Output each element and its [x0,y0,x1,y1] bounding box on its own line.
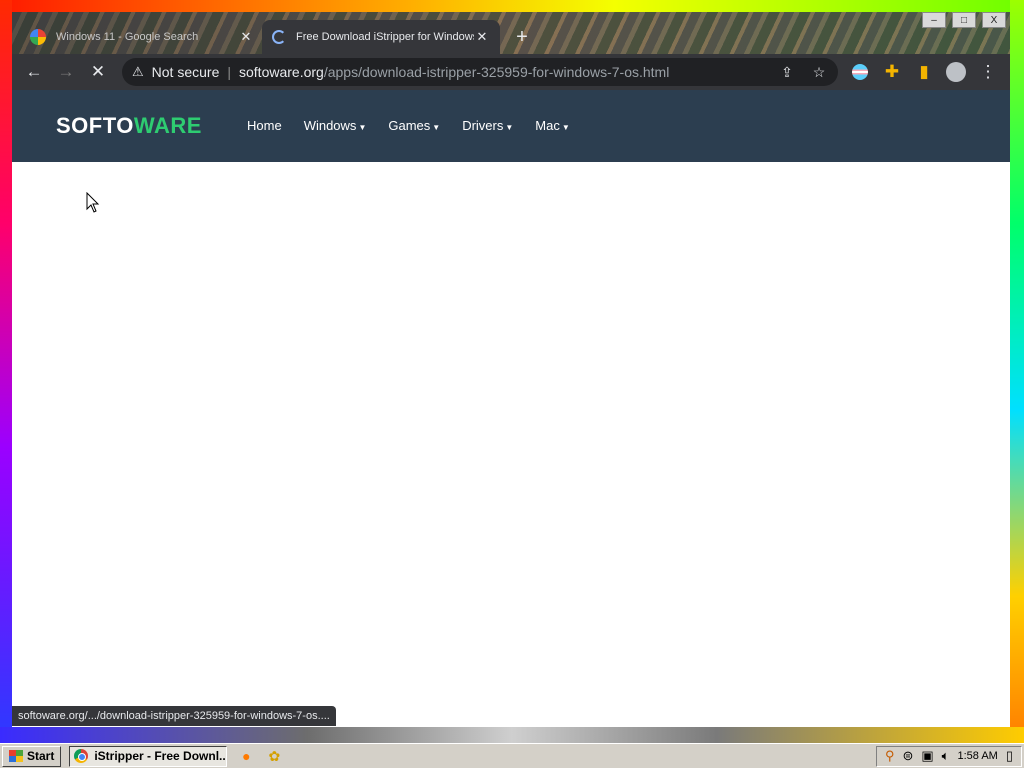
tab-google-search[interactable]: Windows 11 - Google Search ✕ [20,20,264,54]
nav-games[interactable]: Games ▼ [388,118,440,133]
back-arrow-icon[interactable]: ← [24,62,44,82]
browser-window: Windows 11 - Google Search ✕ Free Downlo… [12,12,1010,727]
nav-mac[interactable]: Mac ▼ [535,118,569,133]
profile-avatar-icon[interactable] [946,62,966,82]
system-tray: ⚲ ⊜ ▣ 🔈︎ 1:58 AM ▯ [875,745,1022,767]
site-nav: Home Windows ▼ Games ▼ Drivers ▼ Mac ▼ [247,118,570,133]
stop-loading-icon[interactable]: ✕ [88,62,108,82]
nav-label: Mac [535,118,560,133]
security-status[interactable]: Not secure [152,64,220,80]
share-icon[interactable]: ⇪ [778,63,796,81]
nav-label: Games [388,118,431,133]
new-tab-button[interactable]: + [512,26,532,49]
desktop-background-left [0,0,12,745]
search-icon[interactable]: ⚲ [885,748,895,764]
tab-strip: Windows 11 - Google Search ✕ Free Downlo… [12,12,1010,54]
caret-down-icon: ▼ [358,123,367,132]
chrome-icon [74,749,89,763]
network-icon[interactable]: ▣ [921,748,933,764]
nav-home[interactable]: Home [247,118,282,133]
desktop-background-right [1010,0,1024,745]
volume-icon[interactable]: 🔈︎ [942,748,950,764]
browser-toolbar: ← → ✕ ⚠ Not secure | softoware.org/apps/… [12,54,1010,90]
site-logo[interactable]: SOFTOWARE [56,113,202,139]
nav-label: Windows [303,118,357,133]
close-window-button[interactable]: X [982,12,1006,28]
nav-drivers[interactable]: Drivers ▼ [462,118,513,133]
nav-windows[interactable]: Windows ▼ [304,118,367,133]
clock[interactable]: 1:58 AM [957,750,997,762]
start-button[interactable]: Start [2,745,62,767]
url-path: /apps/download-istripper-325959-for-wind… [323,64,670,80]
tray-app-icon[interactable]: ⊜ [902,748,913,764]
menu-kebab-icon[interactable]: ⋮ [978,62,998,82]
logo-part2: WARE [133,113,202,138]
firefox-icon[interactable]: ● [237,747,255,765]
caret-down-icon: ▼ [432,123,441,132]
maximize-button[interactable]: □ [952,12,976,28]
warning-icon: ⚠ [132,64,144,79]
nav-label: Drivers [462,118,504,133]
google-icon [30,29,46,45]
forward-arrow-icon[interactable]: → [56,62,76,82]
mouse-cursor-icon [86,192,100,213]
quicklaunch-app-icon[interactable]: ✿ [265,747,283,765]
tab-title: Windows 11 - Google Search [56,31,199,43]
logo-part1: SOFTO [56,113,134,138]
address-separator: | [227,64,231,80]
address-bar[interactable]: ⚠ Not secure | softoware.org/apps/downlo… [122,58,838,86]
start-label: Start [27,749,55,763]
site-header: SOFTOWARE Home Windows ▼ Games ▼ Drivers ▼ … [12,90,1010,162]
nav-label: Home [247,118,282,133]
caret-down-icon: ▼ [505,123,514,132]
loading-spinner-icon [272,30,286,44]
taskbar-item-label: iStripper - Free Downl... [94,749,228,763]
profile-flag-icon[interactable] [850,62,870,82]
url-host: softoware.org [239,64,324,80]
close-tab-icon[interactable]: ✕ [474,29,490,45]
desktop-background-top [0,0,1024,12]
show-desktop-icon[interactable]: ▯ [1006,748,1013,764]
tab-title: Free Download iStripper for Windows [296,31,474,43]
taskbar-item-chrome[interactable]: iStripper - Free Downl... [69,745,228,767]
windows-logo-icon [9,750,23,762]
taskbar: Start iStripper - Free Downl... ● ✿ ⚲ ⊜ … [0,743,1024,768]
tab-istripper[interactable]: Free Download iStripper for Windows ✕ [262,20,500,54]
bookmark-star-icon[interactable]: ☆ [810,63,828,81]
close-tab-icon[interactable]: ✕ [238,29,254,45]
web-page: SOFTOWARE Home Windows ▼ Games ▼ Drivers ▼ … [12,90,1010,727]
side-panel-icon[interactable]: ▮ [914,62,934,82]
caret-down-icon: ▼ [561,123,570,132]
link-status-bar: softoware.org/.../download-istripper-325… [12,706,336,726]
window-controls: – □ X [922,12,1006,28]
extensions-puzzle-icon[interactable]: ✚ [882,62,902,82]
minimize-button[interactable]: – [922,12,946,28]
